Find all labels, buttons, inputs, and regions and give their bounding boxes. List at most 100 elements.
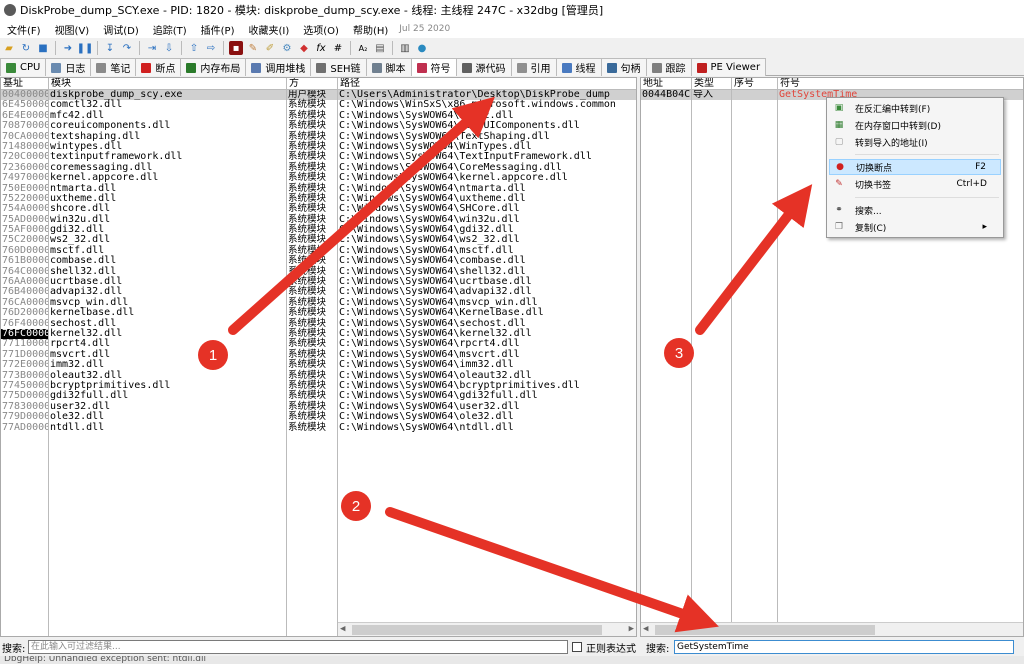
module-party-cell[interactable]: 系统模块 — [287, 422, 337, 433]
tab-seh[interactable]: SEH链 — [310, 58, 367, 76]
trace-over-icon[interactable]: ⇩ — [162, 41, 176, 55]
module-base-cell[interactable]: 77AD0000 — [1, 422, 48, 433]
step-into-icon[interactable]: ↧ — [103, 41, 117, 55]
column-header-module[interactable]: 模块 — [49, 78, 287, 90]
menu-item[interactable]: 调试(D) — [96, 22, 146, 37]
module-path-cell[interactable]: C:\Windows\SysWOW64\imm32.dll — [338, 359, 636, 370]
module-name-cell[interactable]: ole32.dll — [49, 411, 286, 422]
module-base-cell[interactable]: 70870000 — [1, 120, 48, 131]
build-date: Jul 25 2020 — [399, 24, 451, 34]
symbol-ordinal-cell[interactable] — [732, 90, 777, 101]
scylla-icon[interactable]: ▪ — [229, 41, 243, 55]
module-name-cell[interactable]: ntdll.dll — [49, 422, 286, 433]
tab-references[interactable]: 引用 — [510, 58, 557, 76]
menu-item[interactable]: 帮助(H) — [346, 22, 395, 37]
tab-threads[interactable]: 线程 — [555, 58, 602, 76]
module-path-cell[interactable]: C:\Windows\SysWOW64\ntdll.dll — [338, 422, 636, 433]
notepad-icon[interactable]: ▥ — [398, 41, 412, 55]
column-header-address[interactable]: 地址 — [641, 78, 692, 90]
scroll-right-icon[interactable]: ▶ — [629, 624, 634, 634]
tab-log[interactable]: 日志 — [45, 58, 92, 76]
comments-icon[interactable]: ✐ — [263, 41, 277, 55]
menu-item[interactable]: 选项(O) — [296, 22, 346, 37]
menu-item[interactable]: 收藏夹(I) — [242, 22, 297, 37]
labels-icon[interactable]: ⚙ — [280, 41, 294, 55]
tab-source[interactable]: 源代码 — [455, 58, 512, 76]
pause-icon[interactable]: ❚❚ — [77, 41, 94, 55]
functions-icon[interactable]: fx — [314, 41, 328, 55]
calculator-icon[interactable]: ▤ — [373, 41, 387, 55]
run-icon[interactable]: ➜ — [61, 41, 75, 55]
ordinal-column — [732, 90, 778, 636]
horizontal-scrollbar[interactable]: ◀ ▶ — [338, 622, 636, 636]
module-base-cell[interactable]: 779D0000 — [1, 411, 48, 422]
scroll-left-icon[interactable]: ◀ — [340, 624, 345, 634]
regex-checkbox[interactable] — [572, 642, 582, 652]
horizontal-scrollbar[interactable]: ◀ — [641, 622, 1023, 636]
tab-notes[interactable]: 笔记 — [90, 58, 137, 76]
menu-item[interactable]: 追踪(T) — [146, 22, 194, 37]
symbol-type-cell[interactable]: 导入 — [692, 90, 731, 101]
execute-till-return-icon[interactable]: ⇧ — [187, 41, 201, 55]
context-menu-item[interactable]: ❐ 复制(C) ▸ — [829, 219, 1001, 235]
module-party-cell[interactable]: 系统模块 — [287, 172, 337, 183]
module-base-cell[interactable]: 772E0000 — [1, 359, 48, 370]
context-menu-item[interactable]: ▢ 转到导入的地址(I) — [829, 134, 1001, 150]
tab-callstack[interactable]: 调用堆栈 — [245, 58, 312, 76]
menu-item[interactable]: 视图(V) — [48, 22, 97, 37]
scroll-left-icon[interactable]: ◀ — [643, 624, 648, 634]
menu-item[interactable]: 文件(F) — [0, 22, 48, 37]
tab-symbol[interactable]: 符号 — [410, 58, 457, 76]
module-name-cell[interactable]: kernel.appcore.dll — [49, 172, 286, 183]
module-filter-input[interactable]: 在此输入可过滤结果... — [28, 640, 568, 654]
context-menu-item[interactable]: ▦ 在内存窗口中转到(D) — [829, 117, 1001, 133]
tab-memory[interactable]: 内存布局 — [180, 58, 247, 76]
restart-icon[interactable]: ↻ — [19, 41, 33, 55]
module-name-cell[interactable]: imm32.dll — [49, 359, 286, 370]
column-header-path[interactable]: 路径 — [338, 78, 636, 90]
globe-icon[interactable]: ● — [415, 41, 429, 55]
close-icon[interactable]: ■ — [36, 41, 50, 55]
context-menu-item[interactable]: ✎ 切换书签 Ctrl+D — [829, 176, 1001, 192]
module-path-cell[interactable]: C:\Windows\SysWOW64\kernel.appcore.dll — [338, 172, 636, 183]
trace-into-icon[interactable]: ⇥ — [145, 41, 159, 55]
context-menu-item[interactable]: ⚭ 搜索... — [829, 202, 1001, 218]
module-base-cell[interactable]: 74970000 — [1, 172, 48, 183]
tab-pe-viewer[interactable]: PE Viewer — [690, 58, 767, 76]
column-header-party[interactable]: 方 — [287, 78, 338, 90]
context-menu-item[interactable]: ▣ 在反汇编中转到(F) — [829, 100, 1001, 116]
module-path-cell[interactable]: C:\Windows\SysWOW64\ole32.dll — [338, 411, 636, 422]
symbol-address-cell[interactable]: 0044B04C — [641, 90, 691, 101]
tab-handles[interactable]: 句柄 — [600, 58, 647, 76]
menu-separator — [855, 154, 999, 155]
scroll-thumb[interactable] — [352, 625, 602, 635]
step-over-icon[interactable]: ↷ — [120, 41, 134, 55]
handles-icon — [606, 62, 617, 73]
column-header-type[interactable]: 类型 — [692, 78, 732, 90]
open-icon[interactable]: ▰ — [2, 41, 16, 55]
bookmarks-icon[interactable]: ◆ — [297, 41, 311, 55]
column-header-base[interactable]: 基址 — [1, 78, 49, 90]
module-party-cell[interactable]: 系统模块 — [287, 120, 337, 131]
tab-script[interactable]: 脚本 — [365, 58, 412, 76]
context-menu-label: 在反汇编中转到(F) — [855, 104, 931, 115]
module-party-cell[interactable]: 系统模块 — [287, 359, 337, 370]
tab-trace[interactable]: 跟踪 — [645, 58, 692, 76]
column-header-ordinal[interactable]: 序号 — [732, 78, 778, 90]
bookmark-icon: ✎ — [835, 179, 843, 189]
hash-icon[interactable]: # — [331, 41, 345, 55]
menu-item[interactable]: 插件(P) — [194, 22, 242, 37]
module-path-cell[interactable]: C:\Windows\SysWOW64\CoreUIComponents.dll — [338, 120, 636, 131]
font-icon[interactable]: A₂ — [356, 41, 370, 55]
patch-icon[interactable]: ✎ — [246, 41, 260, 55]
scroll-thumb[interactable] — [655, 625, 875, 635]
symbol-search-input[interactable]: GetSystemTime — [674, 640, 1014, 654]
context-menu-item[interactable]: ● 切换断点 F2 — [829, 159, 1001, 175]
tab-breakpoint[interactable]: 断点 — [135, 58, 182, 76]
module-party-cell[interactable]: 系统模块 — [287, 411, 337, 422]
tab-cpu[interactable]: CPU — [0, 58, 47, 76]
run-to-user-code-icon[interactable]: ⇨ — [204, 41, 218, 55]
module-name-cell[interactable]: coreuicomponents.dll — [49, 120, 286, 131]
column-header-symbol[interactable]: 符号 — [778, 78, 1023, 90]
regex-label[interactable]: 正则表达式 — [586, 640, 636, 655]
